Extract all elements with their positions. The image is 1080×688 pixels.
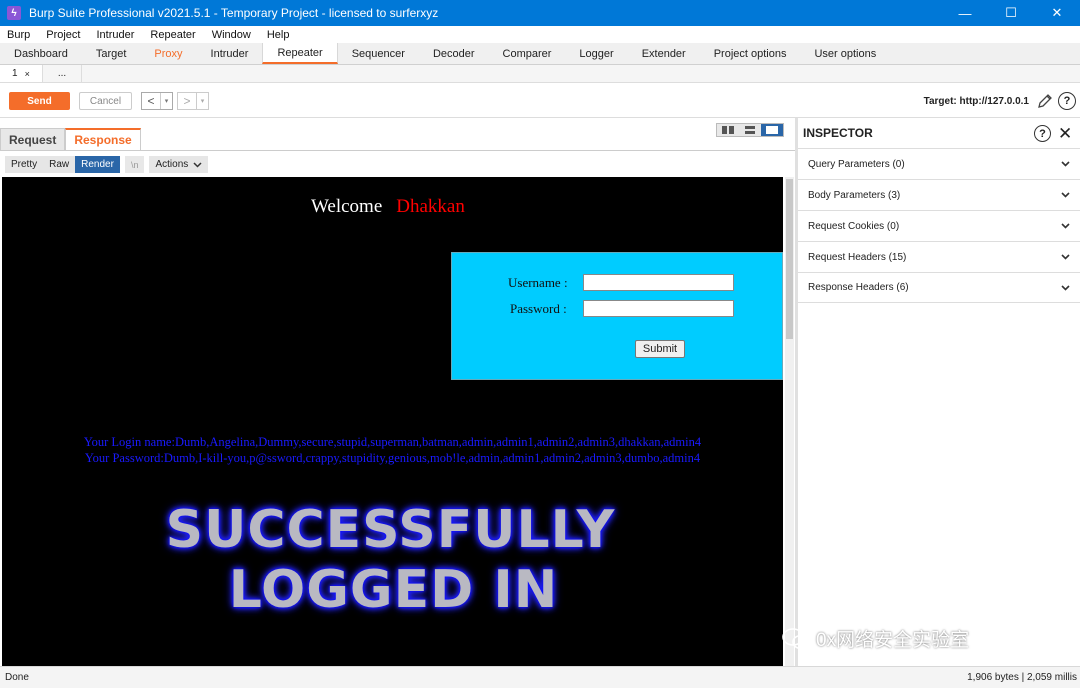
raw-button[interactable]: Raw: [43, 156, 76, 173]
inspector-response-headers[interactable]: Response Headers (6): [798, 272, 1080, 303]
chevron-down-icon: [193, 161, 202, 168]
help-icon[interactable]: ?: [1058, 92, 1076, 110]
inspector-panel: INSPECTOR ? ✕ Query Parameters (0) Body …: [798, 118, 1080, 666]
section-label: Body Parameters (3): [808, 189, 901, 201]
inspector-body-parameters[interactable]: Body Parameters (3): [798, 179, 1080, 210]
status-bar: Done 1,906 bytes | 2,059 millis: [0, 666, 1080, 688]
repeater-tab-1[interactable]: 1 ×: [0, 65, 43, 82]
watermark: 0x网络安全实验室: [782, 625, 969, 652]
tab-dashboard[interactable]: Dashboard: [0, 43, 82, 64]
chevron-down-icon[interactable]: ▾: [197, 93, 208, 109]
history-back-button[interactable]: < ▾: [141, 92, 173, 110]
close-icon[interactable]: ✕: [1058, 124, 1072, 144]
chevron-down-icon: [1061, 285, 1070, 291]
render-button[interactable]: Render: [75, 156, 120, 173]
history-forward-button[interactable]: > ▾: [177, 92, 209, 110]
format-bar: Pretty Raw Render \n Actions: [5, 156, 209, 173]
menu-window[interactable]: Window: [204, 29, 259, 41]
scrollbar-thumb[interactable]: [786, 179, 793, 339]
welcome-label: Welcome: [311, 196, 383, 217]
tab-repeater[interactable]: Repeater: [262, 43, 338, 64]
username-label: Username :: [508, 275, 568, 290]
tab-response[interactable]: Response: [65, 128, 141, 150]
newline-toggle[interactable]: \n: [124, 156, 145, 173]
send-button[interactable]: Send: [9, 92, 70, 110]
section-label: Request Headers (15): [808, 251, 907, 263]
actions-label: Actions: [155, 159, 189, 170]
tab-target[interactable]: Target: [82, 43, 141, 64]
single-pane-icon[interactable]: [761, 124, 783, 136]
chevron-left-icon[interactable]: <: [142, 93, 161, 109]
chevron-down-icon: [1061, 254, 1070, 260]
tab-extender[interactable]: Extender: [628, 43, 700, 64]
tab-user-options[interactable]: User options: [800, 43, 890, 64]
split-horizontal-icon[interactable]: [717, 124, 739, 136]
username-display: Dhakkan: [396, 196, 465, 217]
repeater-tab-label: 1: [12, 68, 18, 79]
pencil-icon[interactable]: [1037, 93, 1053, 109]
tab-logger[interactable]: Logger: [565, 43, 627, 64]
menu-repeater[interactable]: Repeater: [142, 29, 203, 41]
watermark-text: 0x网络安全实验室: [816, 630, 970, 651]
close-icon[interactable]: ✕: [1034, 0, 1080, 26]
title-bar: ϟ Burp Suite Professional v2021.5.1 - Te…: [0, 0, 1080, 26]
repeater-toolbar: Send Cancel < ▾ > ▾ Target: http://127.0…: [0, 83, 1080, 118]
actions-dropdown[interactable]: Actions: [149, 156, 209, 173]
chevron-right-icon[interactable]: >: [178, 93, 197, 109]
section-label: Response Headers (6): [808, 282, 909, 293]
tab-comparer[interactable]: Comparer: [489, 43, 566, 64]
chevron-down-icon[interactable]: ▾: [161, 93, 172, 109]
menu-burp[interactable]: Burp: [0, 29, 38, 41]
maximize-icon[interactable]: ☐: [988, 0, 1034, 26]
new-tab-button[interactable]: ...: [42, 65, 83, 82]
menu-bar: Burp Project Intruder Repeater Window He…: [0, 26, 1080, 43]
pretty-button[interactable]: Pretty: [5, 156, 44, 173]
menu-intruder[interactable]: Intruder: [89, 29, 143, 41]
inspector-title: INSPECTOR: [803, 126, 873, 140]
layout-toggle: [716, 123, 784, 137]
login-form: Username : Password : Submit: [451, 252, 783, 380]
submit-button[interactable]: Submit: [635, 340, 685, 358]
tab-request[interactable]: Request: [0, 128, 66, 150]
inspector-query-parameters[interactable]: Query Parameters (0): [798, 148, 1080, 179]
repeater-sub-tabs: 1 × ...: [0, 65, 1080, 83]
window-title: Burp Suite Professional v2021.5.1 - Temp…: [29, 6, 439, 20]
chevron-down-icon: [1061, 192, 1070, 198]
passwords-text: Your Password:Dumb,I-kill-you,p@ssword,c…: [84, 451, 701, 465]
menu-project[interactable]: Project: [38, 29, 88, 41]
split-vertical-icon[interactable]: [739, 124, 761, 136]
close-tab-icon[interactable]: ×: [25, 69, 30, 79]
username-field[interactable]: [583, 274, 734, 291]
target-label: Target: http://127.0.0.1: [923, 96, 1029, 107]
response-stats: 1,906 bytes | 2,059 millis: [967, 672, 1077, 683]
section-label: Request Cookies (0): [808, 220, 900, 232]
menu-help[interactable]: Help: [259, 29, 298, 41]
status-text: Done: [5, 672, 29, 683]
tab-project-options[interactable]: Project options: [700, 43, 801, 64]
help-icon[interactable]: ?: [1034, 125, 1051, 142]
burp-logo-icon: ϟ: [7, 6, 21, 20]
tab-sequencer[interactable]: Sequencer: [338, 43, 419, 64]
rendered-response: Welcome Dhakkan Username : Password : Sub…: [2, 177, 783, 666]
section-label: Query Parameters (0): [808, 158, 905, 170]
success-banner-line1: SUCCESSFULLY: [165, 500, 616, 560]
tab-proxy[interactable]: Proxy: [140, 43, 196, 64]
render-scrollbar[interactable]: [785, 177, 794, 666]
cancel-button[interactable]: Cancel: [79, 92, 132, 110]
minimize-icon[interactable]: —: [942, 0, 988, 26]
wechat-icon: [782, 627, 810, 649]
tab-intruder[interactable]: Intruder: [197, 43, 263, 64]
main-tabs: Dashboard Target Proxy Intruder Repeater…: [0, 43, 1080, 65]
inspector-request-cookies[interactable]: Request Cookies (0): [798, 210, 1080, 241]
password-label: Password :: [510, 301, 567, 316]
chevron-down-icon: [1061, 223, 1070, 229]
divider: [0, 150, 795, 151]
welcome-text: Welcome Dhakkan: [311, 196, 465, 218]
tab-decoder[interactable]: Decoder: [419, 43, 489, 64]
password-field[interactable]: [583, 300, 734, 317]
chevron-down-icon: [1061, 161, 1070, 167]
success-banner-line2: LOGGED IN: [228, 560, 559, 620]
inspector-request-headers[interactable]: Request Headers (15): [798, 241, 1080, 272]
login-names-text: Your Login name:Dumb,Angelina,Dummy,secu…: [83, 435, 702, 449]
